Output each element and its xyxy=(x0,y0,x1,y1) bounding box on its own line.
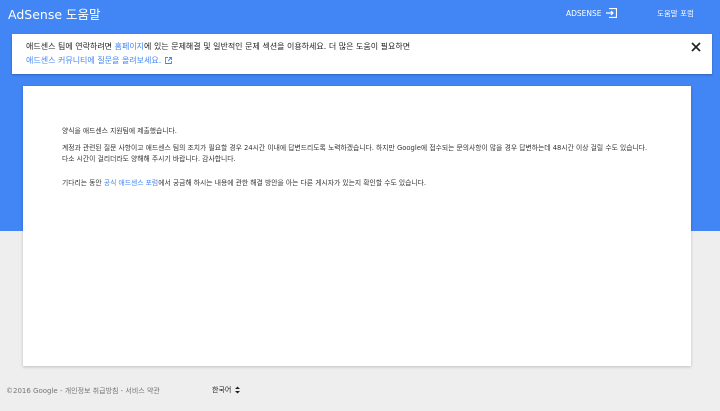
notice-message: 애드센스 팀에 연락하려면 홈페이지에 있는 문제해결 및 일반적인 문제 섹션… xyxy=(26,41,410,52)
app-title[interactable]: AdSense 도움말 xyxy=(8,4,101,23)
adsense-link[interactable]: ADSENSE xyxy=(566,8,617,18)
homepage-link[interactable]: 홈페이지 xyxy=(115,42,144,51)
help-forum-link[interactable]: 도움말 포럼 xyxy=(657,8,694,19)
response-time-message: 계정과 관련된 질문 사항이고 애드센스 팀의 조치가 필요할 경우 24시간 … xyxy=(62,144,648,163)
notice-text-before: 애드센스 팀에 연락하려면 xyxy=(26,42,115,51)
top-bar: AdSense 도움말 ADSENSE 도움말 포럼 xyxy=(0,0,720,26)
community-link[interactable]: 애드센스 커뮤니티에 질문을 올려보세요. xyxy=(26,55,173,66)
forum-suggestion: 기다리는 동안 공식 애드센스 포럼에서 궁금해 하시는 내용에 관한 해결 방… xyxy=(62,178,426,189)
notice-text-after: 에 있는 문제해결 및 일반적인 문제 섹션을 이용하세요. 더 많은 도움이 … xyxy=(144,42,411,51)
confirmation-heading: 양식을 애드센스 지원팀에 제출했습니다. xyxy=(62,127,177,135)
up-down-arrow-icon xyxy=(235,386,241,394)
adsense-link-label: ADSENSE xyxy=(566,8,602,18)
external-link-icon xyxy=(165,57,173,64)
official-forum-link[interactable]: 공식 애드센스 포럼 xyxy=(104,179,158,187)
close-icon[interactable] xyxy=(690,41,702,53)
language-select[interactable]: 한국어 xyxy=(212,385,241,395)
confirmation-card: 양식을 애드센스 지원팀에 제출했습니다. 계정과 관련된 질문 사항이고 애드… xyxy=(23,86,691,366)
language-value: 한국어 xyxy=(212,386,232,394)
footer-links[interactable]: ©2016 Google - 개인정보 취급방침 - 서비스 약관 xyxy=(6,386,160,396)
forum-text-after: 에서 궁금해 하시는 내용에 관한 해결 방안을 아는 다른 게시자가 있는지 … xyxy=(158,179,427,187)
community-link-label: 애드센스 커뮤니티에 질문을 올려보세요. xyxy=(26,56,162,65)
forum-text-before: 기다리는 동안 xyxy=(62,179,104,187)
notice-banner: 애드센스 팀에 연락하려면 홈페이지에 있는 문제해결 및 일반적인 문제 섹션… xyxy=(12,34,712,74)
sign-in-icon xyxy=(605,8,617,18)
